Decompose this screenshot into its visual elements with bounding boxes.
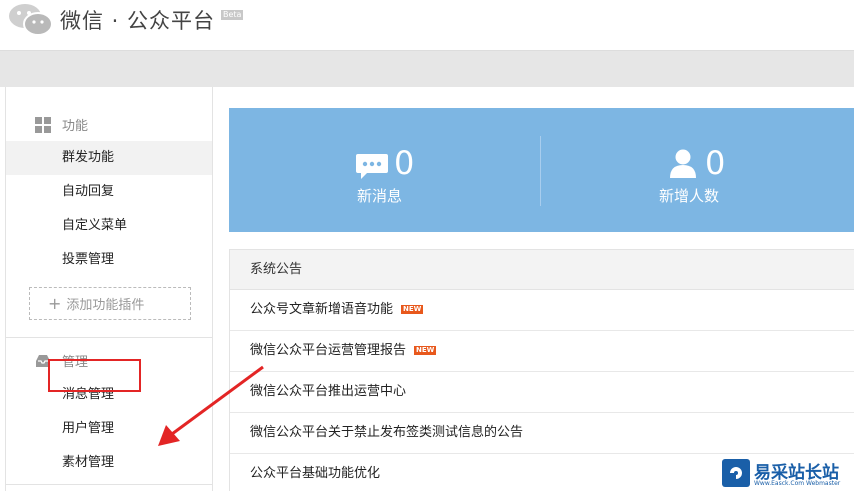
sidebar-item-custom-menu[interactable]: 自定义菜单 [6,209,212,243]
sidebar-item-auto-reply[interactable]: 自动回复 [6,175,212,209]
top-bar [0,50,854,87]
sidebar-divider [6,337,212,338]
new-users-label[interactable]: 新增人数 [659,185,719,206]
stats-panel: 0 新消息 0 新增人数 [229,108,854,232]
notice-title: 系统公告 [230,249,854,290]
plus-icon: + [48,294,62,313]
highlight-box [48,359,141,392]
sidebar: 功能 群发功能 自动回复 自定义菜单 投票管理 + 添加功能插件 管理 消息管理 … [5,87,213,491]
section-function: 功能 [34,115,88,134]
stats-separator [540,136,541,206]
notice-item-text[interactable]: 公众号文章新增语音功能 [250,302,393,317]
notice-item[interactable]: 公众号文章新增语音功能 NEW [230,290,854,331]
new-badge: NEW [414,346,437,355]
user-icon [670,149,696,178]
notice-item[interactable]: 微信公众平台运营管理报告 NEW [230,331,854,372]
notice-item-text[interactable]: 微信公众平台关于禁止发布签类测试信息的公告 [250,425,523,440]
notice-item-text[interactable]: 微信公众平台运营管理报告 [250,343,406,358]
sidebar-item-users[interactable]: 用户管理 [6,412,212,446]
sidebar-item-mass-send[interactable]: 群发功能 [6,141,212,175]
new-messages-count: 0 [394,144,415,182]
add-plugin-label: 添加功能插件 [66,298,145,313]
new-badge: NEW [401,305,424,314]
watermark: 易采站长站 Www.Easck.Com Webmaster [718,456,854,491]
watermark-subtext: Www.Easck.Com Webmaster [754,480,841,487]
wechat-logo-icon [9,4,53,36]
add-plugin-button[interactable]: + 添加功能插件 [29,287,191,320]
message-icon [356,154,388,179]
sidebar-item-vote[interactable]: 投票管理 [6,243,212,277]
new-messages-label[interactable]: 新消息 [357,185,402,206]
top-header: 微信 · 公众平台 Beta [0,0,854,50]
notice-item-text[interactable]: 公众平台基础功能优化 [250,466,380,481]
beta-badge: Beta [221,10,244,20]
notice-item-text[interactable]: 微信公众平台推出运营中心 [250,384,406,399]
new-users-count: 0 [705,144,726,182]
watermark-logo-icon [722,459,750,487]
platform-title: 微信 · 公众平台 [60,9,216,33]
system-notice: 系统公告 公众号文章新增语音功能 NEW 微信公众平台运营管理报告 NEW 微信公众… [229,249,854,491]
sidebar-item-materials[interactable]: 素材管理 [6,446,212,480]
section-function-label: 功能 [62,119,89,134]
notice-item[interactable]: 微信公众平台关于禁止发布签类测试信息的公告 [230,413,854,454]
grid-icon [35,116,51,133]
notice-item[interactable]: 微信公众平台推出运营中心 [230,372,854,413]
sidebar-divider-bottom [6,484,212,485]
